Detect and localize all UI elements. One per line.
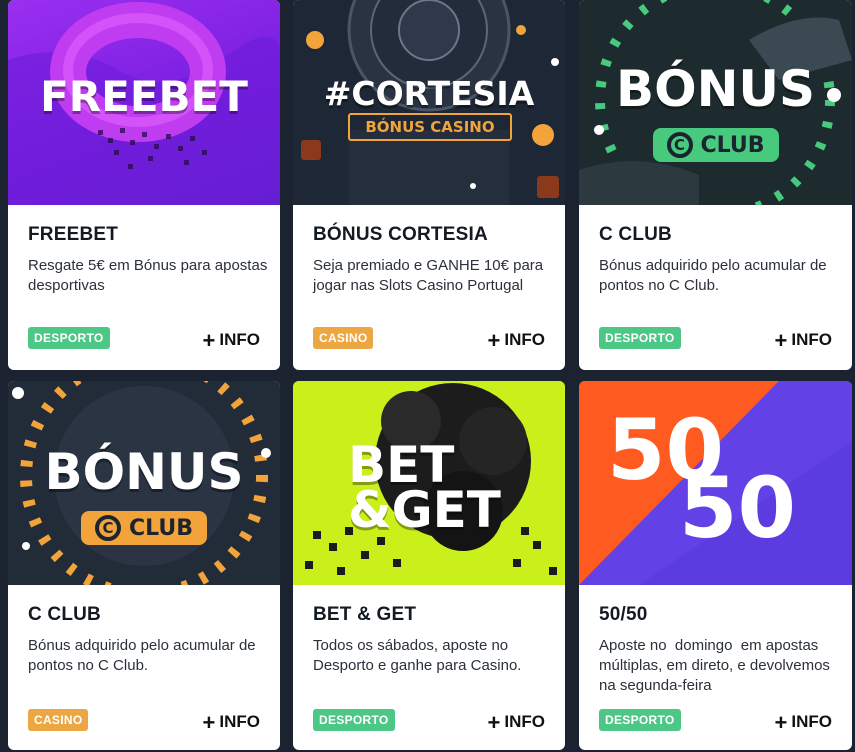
plus-icon: + [202, 709, 216, 735]
promo-card-body: C CLUB Bónus adquirido pelo acumular de … [8, 604, 280, 676]
promo-card-betget[interactable]: BET &GET BET & GET Todos os sábados, apo… [293, 381, 565, 750]
promo-card-cclub-casino[interactable]: BÓNUS C CLUB C CLUB Bónus adquirido pelo… [8, 381, 280, 750]
category-badge: CASINO [28, 709, 89, 731]
info-button[interactable]: + INFO [487, 327, 545, 353]
promo-card-body: FREEBET Resgate 5€ em Bónus para apostas… [8, 224, 280, 296]
info-button[interactable]: + INFO [774, 709, 832, 735]
plus-icon: + [487, 709, 501, 735]
promo-description: Bónus adquirido pelo acumular de pontos … [599, 257, 827, 294]
banner-title: BÓNUS [615, 60, 816, 118]
info-label: INFO [219, 712, 260, 731]
info-label: INFO [219, 330, 260, 349]
banner-title: #CORTESIA [323, 74, 535, 113]
banner-title: BÓNUS [44, 443, 244, 501]
promo-title: C CLUB [599, 224, 672, 245]
promo-card-body: C CLUB Bónus adquirido pelo acumular de … [579, 224, 852, 296]
banner-line2: &GET [348, 481, 501, 539]
club-pill: C CLUB [652, 128, 779, 162]
banner-bottom-number: 50 [679, 459, 796, 557]
plus-icon: + [487, 327, 501, 353]
plus-icon: + [774, 327, 788, 353]
promo-title: BET & GET [313, 604, 417, 625]
info-label: INFO [504, 712, 545, 731]
c-logo-icon: C [94, 515, 121, 541]
club-label: CLUB [128, 515, 194, 541]
promo-card-body: 50/50 Aposte no domingo em apostas múlti… [579, 604, 852, 696]
promo-title: C CLUB [28, 604, 101, 625]
promo-banner[interactable]: FREEBET [8, 0, 280, 205]
promo-banner[interactable]: 50 50 [579, 381, 852, 585]
promo-card-body: BET & GET Todos os sábados, aposte no De… [293, 604, 565, 676]
plus-icon: + [774, 709, 788, 735]
banner-title: FREEBET [40, 72, 248, 121]
info-label: INFO [504, 330, 545, 349]
promo-description: Resgate 5€ em Bónus para apostas desport… [28, 257, 268, 294]
info-button[interactable]: + INFO [774, 327, 832, 353]
banner-subtitle: BÓNUS CASINO [348, 113, 512, 141]
club-label: CLUB [700, 132, 765, 158]
c-logo-icon: C [666, 132, 693, 158]
club-pill: C CLUB [80, 511, 208, 545]
promo-card-cclub-desporto[interactable]: BÓNUS C CLUB C CLUB Bónus adquirido pelo… [579, 0, 852, 370]
category-badge: DESPORTO [599, 327, 681, 349]
promo-banner[interactable]: #CORTESIA BÓNUS CASINO [293, 0, 565, 205]
category-badge: DESPORTO [28, 327, 110, 349]
promo-banner[interactable]: BET &GET [293, 381, 565, 585]
promo-title: 50/50 [599, 604, 648, 625]
category-badge: DESPORTO [313, 709, 395, 731]
promotions-grid: FREEBET FREEBET Resgate 5€ em Bónus para… [0, 0, 855, 752]
promo-title: FREEBET [28, 224, 119, 245]
promo-title: BÓNUS CORTESIA [313, 224, 488, 245]
promo-banner[interactable]: BÓNUS C CLUB [579, 0, 852, 205]
info-label: INFO [791, 712, 832, 731]
info-label: INFO [791, 330, 832, 349]
info-button[interactable]: + INFO [487, 709, 545, 735]
promo-description: Todos os sábados, aposte no Desporto e g… [313, 637, 522, 674]
promo-card-5050[interactable]: 50 50 50/50 Aposte no domingo em apostas… [579, 381, 852, 750]
category-badge: DESPORTO [599, 709, 681, 731]
promo-card-body: BÓNUS CORTESIA Seja premiado e GANHE 10€… [293, 224, 565, 296]
plus-icon: + [202, 327, 216, 353]
promo-description: Aposte no domingo em apostas múltiplas, … [599, 637, 835, 694]
info-button[interactable]: + INFO [202, 709, 260, 735]
promo-banner[interactable]: BÓNUS C CLUB [8, 381, 280, 585]
promo-card-freebet[interactable]: FREEBET FREEBET Resgate 5€ em Bónus para… [8, 0, 280, 370]
category-badge: CASINO [313, 327, 374, 349]
promo-description: Bónus adquirido pelo acumular de pontos … [28, 637, 256, 674]
promo-card-cortesia[interactable]: #CORTESIA BÓNUS CASINO BÓNUS CORTESIA Se… [293, 0, 565, 370]
promo-description: Seja premiado e GANHE 10€ para jogar nas… [313, 257, 544, 294]
info-button[interactable]: + INFO [202, 327, 260, 353]
